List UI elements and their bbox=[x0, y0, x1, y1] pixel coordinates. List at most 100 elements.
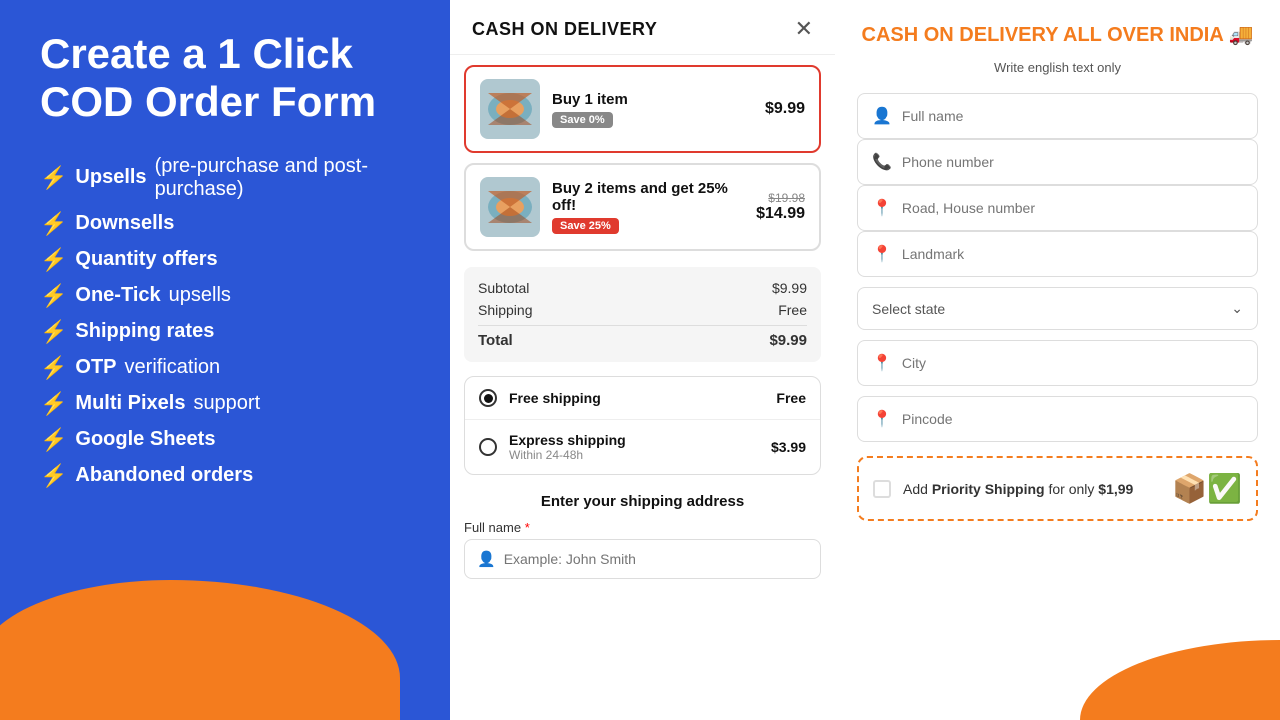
phone-field[interactable]: 📞 bbox=[857, 139, 1258, 185]
feature-light: verification bbox=[125, 356, 221, 379]
pincode-input[interactable] bbox=[902, 411, 1243, 427]
fullname-field[interactable]: 👤 bbox=[857, 93, 1258, 139]
feature-bold: Shipping rates bbox=[75, 320, 214, 343]
feature-bold: Google Sheets bbox=[75, 428, 215, 451]
offer-cards: Buy 1 item Save 0% $9.99 Buy 2 items and g… bbox=[450, 55, 835, 261]
feature-item: ⚡ Quantity offers bbox=[40, 247, 410, 273]
feature-light: upsells bbox=[169, 284, 231, 307]
right-header-title: CASH ON DELIVERY ALL OVER INDIA 🚚 bbox=[857, 22, 1258, 48]
priority-checkbox[interactable] bbox=[873, 480, 891, 498]
bolt-icon: ⚡ bbox=[40, 211, 67, 237]
city-input[interactable] bbox=[902, 355, 1243, 371]
save-badge: Save 25% bbox=[552, 218, 619, 234]
fullname-input[interactable] bbox=[504, 551, 808, 567]
feature-light: (pre-purchase and post-purchase) bbox=[155, 155, 410, 201]
bolt-icon: ⚡ bbox=[40, 247, 67, 273]
close-button[interactable]: ✕ bbox=[795, 18, 813, 40]
feature-bold: Downsells bbox=[75, 212, 174, 235]
feature-item: ⚡ Google Sheets bbox=[40, 427, 410, 453]
right-subtitle: Write english text only bbox=[857, 60, 1258, 75]
road-input[interactable] bbox=[902, 200, 1243, 216]
left-panel: Create a 1 Click COD Order Form ⚡ Upsells… bbox=[0, 0, 450, 720]
feature-bold: Multi Pixels bbox=[75, 392, 185, 415]
bolt-icon: ⚡ bbox=[40, 355, 67, 381]
bolt-icon: ⚡ bbox=[40, 283, 67, 309]
right-panel: CASH ON DELIVERY ALL OVER INDIA 🚚 Write … bbox=[835, 0, 1280, 720]
feature-light: support bbox=[193, 392, 260, 415]
right-fields: 👤 📞 📍 📍 bbox=[857, 93, 1258, 277]
modal-title: CASH ON DELIVERY bbox=[472, 19, 657, 40]
save-badge: Save 0% bbox=[552, 112, 613, 128]
phone-input[interactable] bbox=[902, 154, 1243, 170]
bolt-icon: ⚡ bbox=[40, 427, 67, 453]
offer-image bbox=[480, 79, 540, 139]
original-price: $19.98 bbox=[756, 191, 805, 205]
shipping-label: Express shippingWithin 24-48h bbox=[509, 432, 759, 462]
offer-info: Buy 1 item Save 0% bbox=[552, 91, 753, 128]
shipping-label: Shipping bbox=[478, 302, 533, 318]
shipping-label: Free shipping bbox=[509, 390, 764, 406]
page-title: Create a 1 Click COD Order Form bbox=[40, 30, 410, 127]
offer-image bbox=[480, 177, 540, 237]
shipping-value: Free bbox=[778, 302, 807, 318]
city-field[interactable]: 📍 bbox=[857, 340, 1258, 386]
offer-title: Buy 1 item bbox=[552, 91, 753, 108]
offer-title: Buy 2 items and get 25% off! bbox=[552, 180, 744, 214]
offer-price: $19.98$14.99 bbox=[756, 191, 805, 223]
bolt-icon: ⚡ bbox=[40, 391, 67, 417]
current-price: $9.99 bbox=[765, 100, 805, 118]
shipping-option[interactable]: Express shippingWithin 24-48h$3.99 bbox=[465, 420, 820, 474]
feature-list: ⚡ Upsells (pre-purchase and post-purchase… bbox=[40, 155, 410, 489]
offer-price: $9.99 bbox=[765, 100, 805, 118]
bolt-icon: ⚡ bbox=[40, 319, 67, 345]
bottom-wave-decoration bbox=[1080, 640, 1280, 720]
feature-bold: OTP bbox=[75, 356, 116, 379]
feature-bold: One-Tick bbox=[75, 284, 160, 307]
state-select[interactable]: Select stateAndhra PradeshMaharashtraKar… bbox=[872, 301, 1221, 317]
total-row: Total $9.99 bbox=[478, 325, 807, 352]
subtotal-label: Subtotal bbox=[478, 280, 529, 296]
feature-bold: Quantity offers bbox=[75, 248, 217, 271]
order-summary: Subtotal $9.99 Shipping Free Total $9.99 bbox=[464, 267, 821, 362]
pincode-icon: 📍 bbox=[872, 409, 892, 429]
feature-item: ⚡ Downsells bbox=[40, 211, 410, 237]
offer-info: Buy 2 items and get 25% off! Save 25% bbox=[552, 180, 744, 234]
feature-bold: Upsells bbox=[75, 166, 146, 189]
fullname-input-row[interactable]: 👤 bbox=[464, 539, 821, 579]
fullname-icon: 👤 bbox=[872, 106, 892, 126]
landmark-input[interactable] bbox=[902, 246, 1243, 262]
feature-item: ⚡ One-Tick upsells bbox=[40, 283, 410, 309]
total-value: $9.99 bbox=[769, 332, 807, 349]
right-inner: CASH ON DELIVERY ALL OVER INDIA 🚚 Write … bbox=[835, 0, 1280, 541]
offer-card[interactable]: Buy 1 item Save 0% $9.99 bbox=[464, 65, 821, 153]
shipping-price: Free bbox=[776, 390, 806, 406]
bolt-icon: ⚡ bbox=[40, 165, 67, 191]
feature-item: ⚡ Shipping rates bbox=[40, 319, 410, 345]
landmark-icon: 📍 bbox=[872, 244, 892, 264]
address-title: Enter your shipping address bbox=[464, 493, 821, 510]
shipping-option[interactable]: Free shipping Free bbox=[465, 377, 820, 420]
offer-card[interactable]: Buy 2 items and get 25% off! Save 25% $19.… bbox=[464, 163, 821, 251]
state-select-row[interactable]: Select stateAndhra PradeshMaharashtraKar… bbox=[857, 287, 1258, 330]
shipping-row: Shipping Free bbox=[478, 299, 807, 321]
road-field[interactable]: 📍 bbox=[857, 185, 1258, 231]
modal-header: CASH ON DELIVERY ✕ bbox=[450, 0, 835, 55]
feature-item: ⚡ OTP verification bbox=[40, 355, 410, 381]
fullname-input[interactable] bbox=[902, 108, 1243, 124]
pincode-field[interactable]: 📍 bbox=[857, 396, 1258, 442]
subtotal-value: $9.99 bbox=[772, 280, 807, 296]
package-icon: 📦✅ bbox=[1172, 472, 1242, 505]
bolt-icon: ⚡ bbox=[40, 463, 67, 489]
radio-circle bbox=[479, 389, 497, 407]
total-label: Total bbox=[478, 332, 513, 349]
current-price: $14.99 bbox=[756, 205, 805, 223]
person-icon: 👤 bbox=[477, 550, 496, 568]
shipping-name: Express shipping bbox=[509, 432, 759, 448]
shipping-sub: Within 24-48h bbox=[509, 448, 759, 462]
feature-item: ⚡Abandoned orders bbox=[40, 463, 410, 489]
road-icon: 📍 bbox=[872, 198, 892, 218]
middle-panel: CASH ON DELIVERY ✕ Buy 1 item Save 0% $9.9… bbox=[450, 0, 835, 720]
priority-text: Add Priority Shipping for only $1,99 bbox=[903, 481, 1160, 497]
subtotal-row: Subtotal $9.99 bbox=[478, 277, 807, 299]
landmark-field[interactable]: 📍 bbox=[857, 231, 1258, 277]
